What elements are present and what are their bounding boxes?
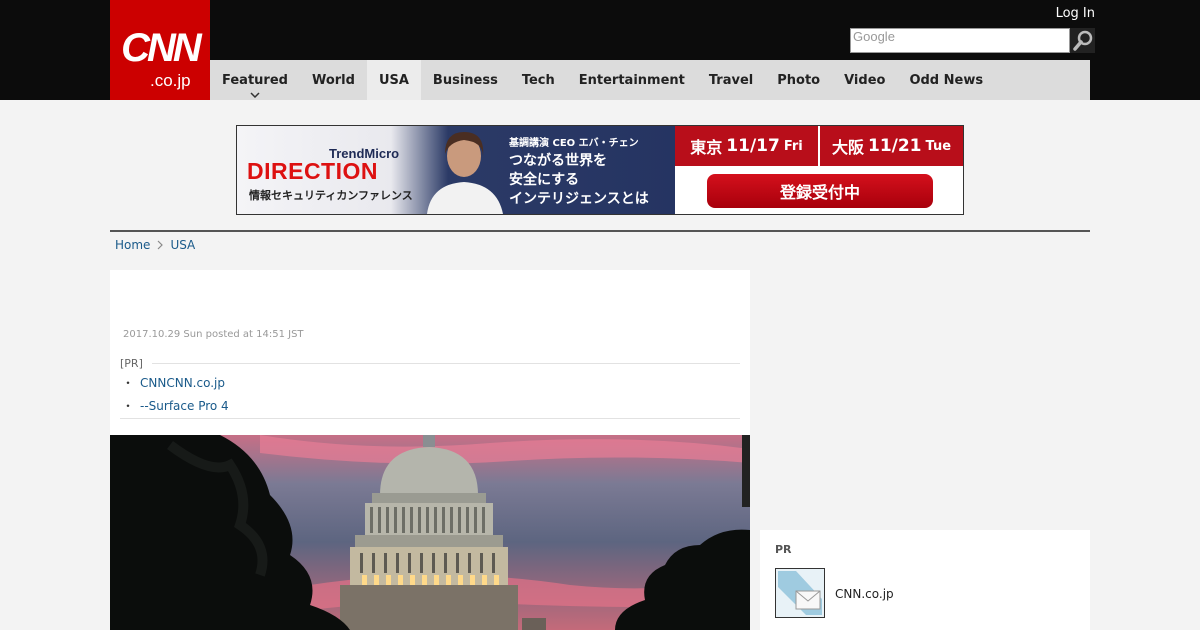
nav-photo[interactable]: Photo bbox=[765, 60, 832, 100]
ad-left-panel: TrendMicro DIRECTION 情報セキュリティカンファレンス 基調講… bbox=[237, 126, 677, 214]
ad-osaka-date: 11/21 bbox=[867, 136, 922, 156]
search-button[interactable] bbox=[1070, 28, 1095, 53]
cnn-logo[interactable]: CNN .co.jp bbox=[110, 0, 210, 100]
pr-label: [PR] bbox=[120, 357, 143, 370]
ad-title: DIRECTION bbox=[247, 158, 378, 184]
ad-headline-line3: インテリジェンスとは bbox=[509, 191, 649, 207]
nav-video[interactable]: Video bbox=[832, 60, 897, 100]
ad-tokyo-day: Fri bbox=[783, 138, 803, 154]
ad-date-osaka: 大阪 11/21 Tue bbox=[820, 126, 963, 166]
ad-tokyo-city: 東京 bbox=[690, 138, 723, 157]
sidebar-title: PR bbox=[775, 543, 792, 556]
nav-travel[interactable]: Travel bbox=[697, 60, 765, 100]
speaker-photo bbox=[427, 132, 503, 214]
bullet-icon: ・ bbox=[122, 376, 135, 390]
breadcrumb-home[interactable]: Home bbox=[115, 238, 150, 252]
chevron-right-icon bbox=[158, 240, 164, 250]
bullet-icon: ・ bbox=[122, 399, 135, 413]
ad-headline-line2: 安全にする bbox=[509, 172, 580, 188]
breadcrumb: Home USA bbox=[115, 238, 195, 252]
pr-link-text: --Surface Pro 4 bbox=[140, 399, 229, 413]
pr-link-item[interactable]: ・ --Surface Pro 4 bbox=[122, 397, 229, 414]
breadcrumb-usa[interactable]: USA bbox=[170, 238, 195, 252]
login-link[interactable]: Log In bbox=[1056, 6, 1095, 21]
capitol-dome-image bbox=[110, 435, 750, 630]
logo-domain-text: .co.jp bbox=[150, 71, 191, 90]
search-icon bbox=[1072, 30, 1092, 51]
nav-business[interactable]: Business bbox=[421, 60, 510, 100]
pr-link-text: CNNCNN.co.jp bbox=[140, 376, 225, 390]
ad-osaka-city: 大阪 bbox=[831, 138, 864, 157]
article-card: 2017.10.29 Sun posted at 14:51 JST [PR] … bbox=[110, 270, 750, 630]
ad-osaka-day: Tue bbox=[925, 138, 952, 154]
search-input[interactable]: Google bbox=[850, 28, 1070, 53]
pr-divider bbox=[120, 418, 740, 419]
ad-subtitle: 情報セキュリティカンファレンス bbox=[249, 189, 413, 202]
nav-world[interactable]: World bbox=[300, 60, 367, 100]
pr-divider bbox=[152, 363, 740, 364]
mail-icon bbox=[776, 569, 824, 617]
chevron-down-icon bbox=[250, 92, 260, 98]
ad-headline-line1: つながる世界を bbox=[509, 153, 607, 169]
ad-tokyo-date: 11/17 bbox=[726, 136, 780, 156]
ad-headline: つながる世界を 安全にする インテリジェンスとは bbox=[509, 152, 649, 209]
nav-odd-news[interactable]: Odd News bbox=[897, 60, 995, 100]
ad-date-tokyo: 東京 11/17 Fri bbox=[675, 126, 818, 166]
pr-link-item[interactable]: ・ CNNCNN.co.jp bbox=[122, 374, 225, 391]
article-date: 2017.10.29 Sun posted at 14:51 JST bbox=[123, 329, 304, 340]
main-nav: Featured World USA Business Tech Enterta… bbox=[210, 60, 1090, 100]
sidebar-item-link[interactable]: CNN.co.jp bbox=[835, 587, 894, 601]
nav-featured-label: Featured bbox=[222, 72, 288, 88]
article-photo bbox=[110, 435, 750, 630]
ad-keynote: 基調講演 CEO エバ・チェン bbox=[509, 138, 639, 149]
nav-featured[interactable]: Featured bbox=[210, 60, 300, 100]
ad-right-panel: 東京 11/17 Fri 大阪 11/21 Tue 登録受付中 bbox=[675, 126, 963, 214]
nav-tech[interactable]: Tech bbox=[510, 60, 567, 100]
nav-usa[interactable]: USA bbox=[366, 60, 421, 100]
top-header: CNN .co.jp Log In Google Featured World … bbox=[0, 0, 1200, 100]
nav-entertainment[interactable]: Entertainment bbox=[567, 60, 697, 100]
banner-ad[interactable]: TrendMicro DIRECTION 情報セキュリティカンファレンス 基調講… bbox=[236, 125, 964, 215]
breadcrumb-divider bbox=[110, 230, 1090, 232]
sidebar-pr-box: PR CNN.co.jp bbox=[760, 530, 1090, 630]
sidebar-thumbnail[interactable] bbox=[775, 568, 825, 618]
ad-register-button[interactable]: 登録受付中 bbox=[707, 174, 933, 208]
logo-cnn-text: CNN bbox=[121, 26, 202, 70]
